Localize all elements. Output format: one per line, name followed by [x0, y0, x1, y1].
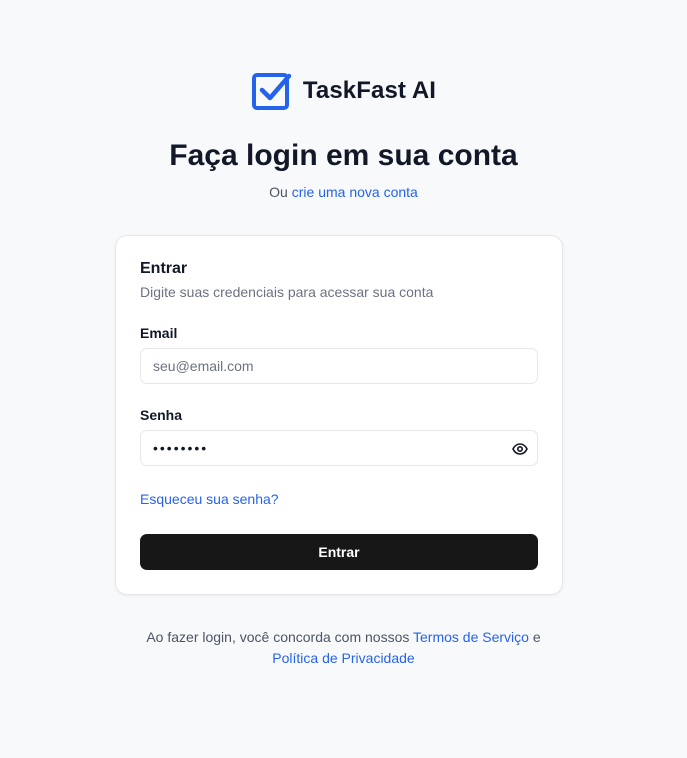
login-page: TaskFast AI Faça login em sua conta Ou c… [0, 0, 687, 758]
password-label: Senha [140, 407, 183, 423]
login-card: Entrar Digite suas credenciais para aces… [115, 235, 563, 595]
eye-icon[interactable] [509, 441, 531, 457]
card-description: Digite suas credenciais para acessar sua… [140, 284, 434, 300]
password-field[interactable] [140, 430, 538, 466]
legal-prefix: Ao fazer login, você concorda com nossos [146, 629, 410, 645]
signup-prompt: Ou crie uma nova conta [0, 184, 687, 200]
signup-link[interactable]: crie uma nova conta [292, 184, 418, 200]
privacy-link[interactable]: Política de Privacidade [272, 650, 414, 666]
page-title: Faça login em sua conta [169, 139, 518, 172]
card-title: Entrar [140, 260, 188, 277]
legal-conjunction: e [532, 629, 541, 645]
legal-notice: Ao fazer login, você concorda com nossos… [0, 627, 687, 669]
forgot-password-link[interactable]: Esqueceu sua senha? [140, 491, 279, 507]
login-button[interactable]: Entrar [140, 534, 538, 570]
email-field[interactable] [140, 348, 538, 384]
signup-prefix: Ou [269, 184, 288, 200]
terms-link[interactable]: Termos de Serviço [413, 629, 529, 645]
brand-header: TaskFast AI [0, 70, 687, 112]
brand-name: TaskFast AI [302, 77, 437, 104]
email-label: Email [140, 325, 178, 341]
checkbox-icon [251, 73, 292, 110]
